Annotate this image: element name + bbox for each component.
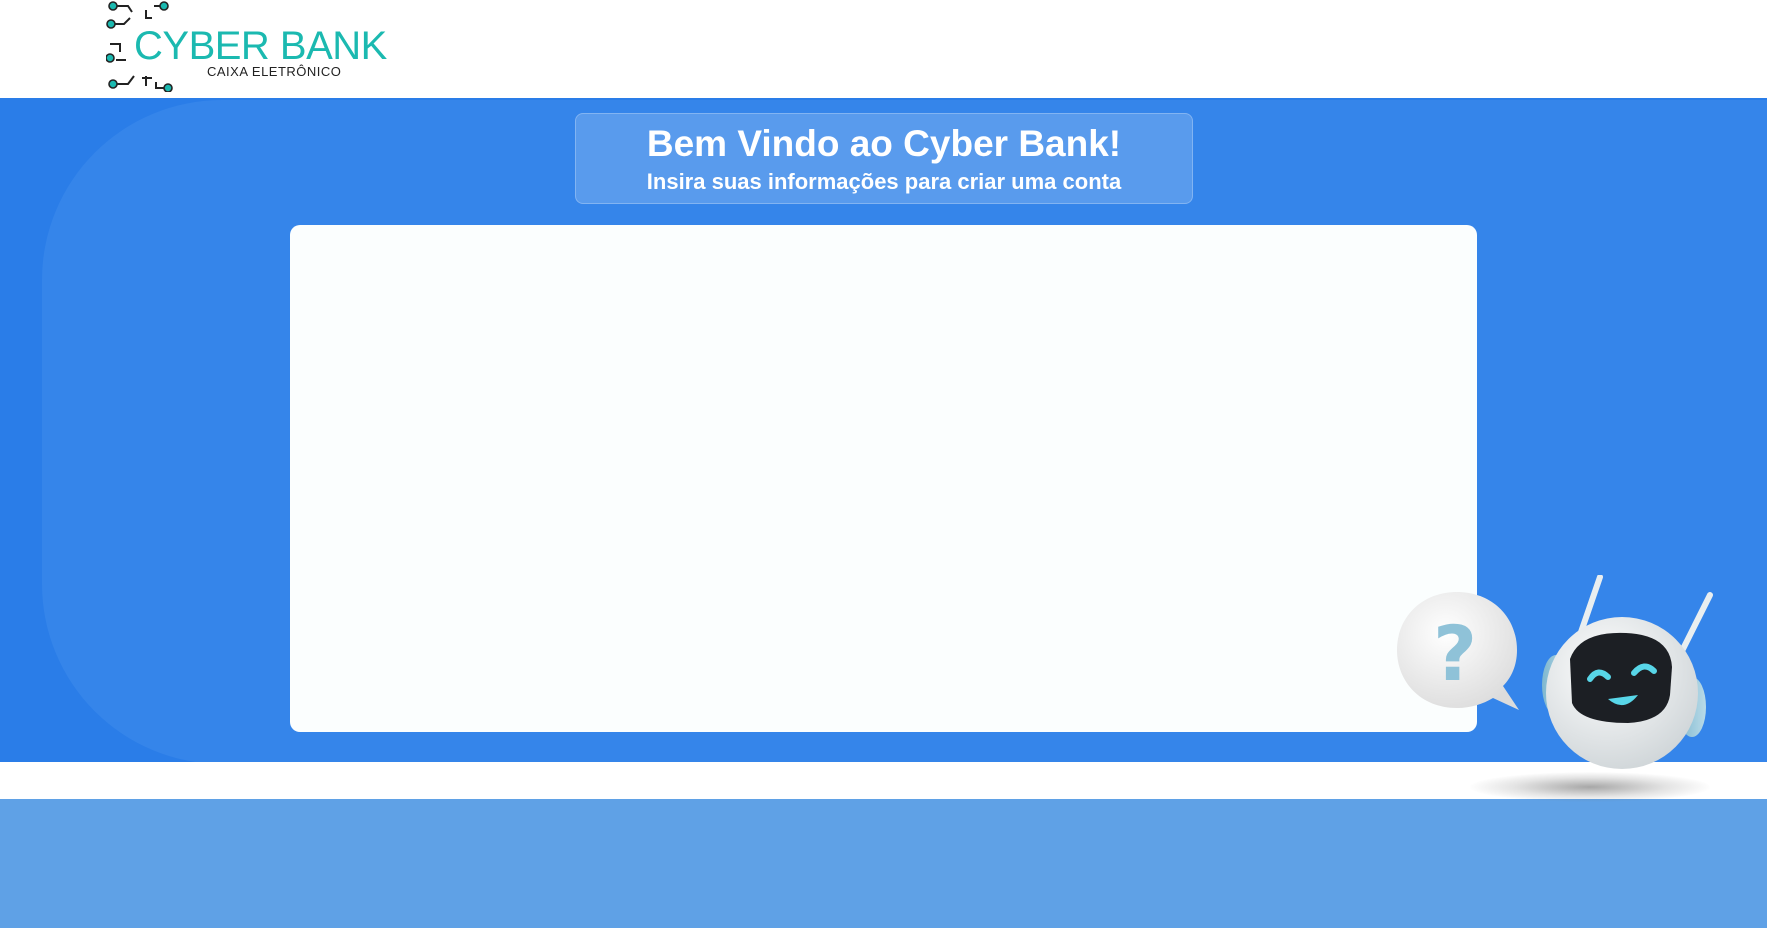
robot-icon[interactable]	[1520, 575, 1720, 775]
welcome-subtitle: Insira suas informações para criar uma c…	[646, 169, 1122, 194]
page: CYBER BANK CAIXA ELETRÔNICO Bem Vindo ao…	[0, 0, 1767, 928]
help-bubble-icon[interactable]: ?	[1393, 590, 1523, 718]
footer-band	[0, 799, 1767, 928]
top-header: CYBER BANK CAIXA ELETRÔNICO	[0, 0, 1767, 98]
account-form-panel[interactable]	[290, 225, 1477, 732]
logo-subtitle: CAIXA ELETRÔNICO	[207, 64, 342, 79]
welcome-title: Bem Vindo ao Cyber Bank!	[646, 123, 1122, 164]
welcome-banner: Bem Vindo ao Cyber Bank! Insira suas inf…	[575, 113, 1193, 204]
question-mark: ?	[1433, 609, 1477, 698]
cyber-bank-logo[interactable]: CYBER BANK CAIXA ELETRÔNICO	[106, 0, 387, 92]
logo-title: CYBER BANK	[134, 24, 387, 68]
robot-shadow	[1470, 772, 1710, 802]
